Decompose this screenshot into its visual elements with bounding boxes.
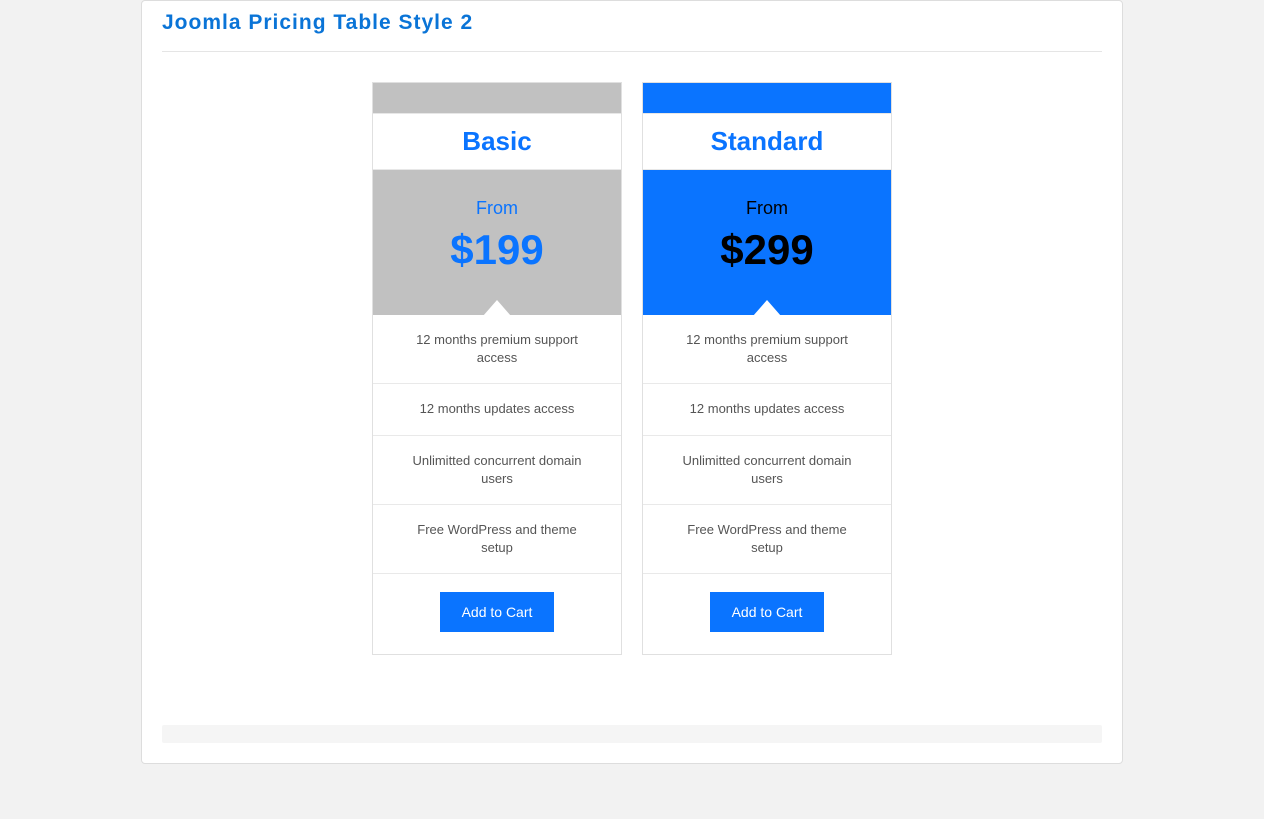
plan-name: Standard bbox=[643, 113, 891, 170]
panel-body: Basic From $199 12 months premium suppor… bbox=[142, 52, 1122, 675]
page-title: Joomla Pricing Table Style 2 bbox=[162, 11, 1102, 35]
bottom-bar bbox=[162, 725, 1102, 743]
feature-item: Unlimitted concurrent domain users bbox=[373, 435, 621, 504]
plan-name: Basic bbox=[373, 113, 621, 170]
notch-icon bbox=[753, 300, 781, 316]
price-value: $199 bbox=[373, 229, 621, 271]
feature-item: 12 months premium support access bbox=[643, 315, 891, 383]
plan-standard: Standard From $299 12 months premium sup… bbox=[642, 82, 892, 655]
plan-basic: Basic From $199 12 months premium suppor… bbox=[372, 82, 622, 655]
feature-item: 12 months updates access bbox=[373, 383, 621, 434]
feature-item: 12 months premium support access bbox=[373, 315, 621, 383]
plan-name-text: Standard bbox=[643, 126, 891, 157]
plan-price: From $299 bbox=[643, 170, 891, 315]
add-to-cart-button[interactable]: Add to Cart bbox=[440, 592, 555, 632]
notch-icon bbox=[483, 300, 511, 316]
from-label: From bbox=[643, 198, 891, 219]
plan-topbar bbox=[643, 83, 891, 113]
panel-header: Joomla Pricing Table Style 2 bbox=[162, 1, 1102, 52]
from-label: From bbox=[373, 198, 621, 219]
plan-features: 12 months premium support access 12 mont… bbox=[373, 315, 621, 573]
plan-features: 12 months premium support access 12 mont… bbox=[643, 315, 891, 573]
plan-name-text: Basic bbox=[373, 126, 621, 157]
plan-topbar bbox=[373, 83, 621, 113]
feature-item: 12 months updates access bbox=[643, 383, 891, 434]
plan-cta: Add to Cart bbox=[643, 573, 891, 654]
feature-item: Unlimitted concurrent domain users bbox=[643, 435, 891, 504]
add-to-cart-button[interactable]: Add to Cart bbox=[710, 592, 825, 632]
plan-cta: Add to Cart bbox=[373, 573, 621, 654]
plan-price: From $199 bbox=[373, 170, 621, 315]
panel: Joomla Pricing Table Style 2 Basic From … bbox=[141, 0, 1123, 764]
pricing-wrap: Basic From $199 12 months premium suppor… bbox=[162, 82, 1102, 655]
price-value: $299 bbox=[643, 229, 891, 271]
feature-item: Free WordPress and theme setup bbox=[643, 504, 891, 573]
feature-item: Free WordPress and theme setup bbox=[373, 504, 621, 573]
